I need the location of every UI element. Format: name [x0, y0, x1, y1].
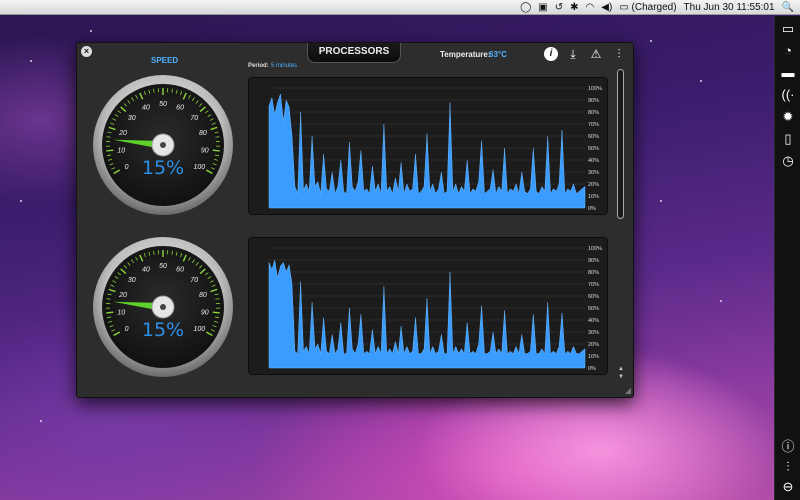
- processors-window: × PROCESSORS SPEED Period: 5 minutes Tem…: [76, 42, 634, 398]
- temperature-value: 63°C: [489, 50, 507, 59]
- y-tick-label: 20%: [588, 182, 599, 188]
- memory-icon[interactable]: ▬: [778, 64, 798, 82]
- spotlight-icon[interactable]: 🔍: [782, 0, 794, 15]
- scroll-up-icon[interactable]: ▲: [618, 366, 624, 372]
- gauge-tick-label: 30: [128, 115, 136, 122]
- warning-icon[interactable]: ⚠: [589, 47, 603, 61]
- gear-icon[interactable]: ✹: [778, 108, 798, 126]
- period-value[interactable]: 5 minutes: [271, 63, 297, 69]
- gauge-tick-label: 20: [118, 130, 127, 137]
- gauge-tick: [106, 311, 114, 314]
- gauge-tick: [212, 311, 220, 314]
- speedometer-icon[interactable]: ◔: [778, 42, 798, 60]
- chart-svg-1: 100% 90% 80% 70% 60% 50% 40% 30% 20% 10% 0%: [268, 86, 602, 212]
- gauge-tick-label: 90: [201, 147, 209, 154]
- sliders-icon[interactable]: ⫶: [612, 47, 626, 61]
- y-tick-label: 40%: [588, 318, 599, 324]
- speed-gauge-1: 0 10 20 30 40 50 60 70 80 90 100 15%: [91, 73, 235, 217]
- gauge-tick-label: 40: [142, 267, 150, 274]
- menu-bar: ◯ ▣ ↺ ✱ ◠ ◀) ▭ (Charged) Thu Jun 30 11:5…: [0, 0, 800, 15]
- battery-icon: ▭: [619, 1, 629, 13]
- y-tick-label: 30%: [588, 330, 599, 336]
- display-icon[interactable]: ▭: [778, 20, 798, 38]
- gauge-tick-label: 50: [159, 263, 167, 270]
- battery-status[interactable]: ▭ (Charged): [619, 0, 676, 15]
- y-tick-label: 0%: [588, 206, 596, 212]
- y-tick-label: 20%: [588, 342, 599, 348]
- y-tick-label: 100%: [588, 86, 602, 92]
- gauge-tick-label: 10: [117, 309, 125, 316]
- y-tick-label: 30%: [588, 170, 599, 176]
- gauge-tick: [212, 149, 220, 152]
- gauge-value-2: 15%: [141, 319, 185, 341]
- resize-handle-icon[interactable]: ◢: [625, 386, 631, 395]
- gauge-tick-label: 10: [117, 147, 125, 154]
- y-tick-label: 100%: [588, 246, 602, 252]
- bluetooth-icon[interactable]: ✱: [570, 0, 578, 15]
- clock[interactable]: Thu Jun 30 11:55:01: [684, 0, 775, 15]
- clock-icon[interactable]: ◷: [778, 152, 798, 170]
- gauge-tick-label: 20: [118, 292, 127, 299]
- gauge-tick-label: 90: [201, 309, 209, 316]
- gauge-hub-center: [160, 304, 166, 310]
- y-tick-label: 10%: [588, 354, 599, 360]
- document-icon[interactable]: ▯: [778, 130, 798, 148]
- sliders-icon[interactable]: ⫶: [778, 458, 798, 476]
- gauge-tick-label: 70: [190, 277, 198, 284]
- y-tick-label: 90%: [588, 258, 599, 264]
- y-tick-label: 50%: [588, 146, 599, 152]
- speed-gauge-2: 0 10 20 30 40 50 60 70 80 90 100 15%: [91, 235, 235, 379]
- y-tick-label: 70%: [588, 122, 599, 128]
- display-icon[interactable]: ▣: [538, 0, 547, 15]
- y-tick-label: 40%: [588, 158, 599, 164]
- speed-label: SPEED: [151, 56, 179, 65]
- gauge-tick-label: 40: [142, 105, 150, 112]
- gauge-tick: [106, 149, 114, 152]
- y-tick-label: 60%: [588, 294, 599, 300]
- cpu-chart-1: 100% 90% 80% 70% 60% 50% 40% 30% 20% 10% 0%: [248, 77, 608, 215]
- close-button[interactable]: ×: [81, 46, 92, 57]
- gauge-tick-label: 50: [159, 101, 167, 108]
- info-icon[interactable]: i: [544, 47, 558, 61]
- info-icon[interactable]: ⓘ: [778, 438, 798, 456]
- gauge-svg-2: 0102030405060708090100: [93, 237, 233, 377]
- close-icon: ×: [83, 46, 90, 56]
- scroll-down-icon[interactable]: ▼: [618, 374, 624, 380]
- right-sidebar: ▭ ◔ ▬ ((· ✹ ▯ ◷ ⓘ ⫶ ⊖: [774, 16, 800, 500]
- gauge-value-1: 15%: [141, 157, 185, 179]
- cpu-chart-2: 100% 90% 80% 70% 60% 50% 40% 30% 20% 10% 0%: [248, 237, 608, 375]
- gauge-tick-label: 60: [176, 105, 184, 112]
- gauge-tick-label: 80: [199, 292, 207, 299]
- temperature-label: Temperature:: [440, 50, 491, 59]
- gauge-tick-label: 80: [199, 130, 207, 137]
- y-tick-label: 80%: [588, 110, 599, 116]
- gauge-tick-label: 30: [128, 277, 136, 284]
- y-tick-label: 90%: [588, 98, 599, 104]
- y-tick-label: 50%: [588, 306, 599, 312]
- time-machine-icon[interactable]: ↺: [555, 0, 563, 15]
- volume-icon[interactable]: ◀): [601, 0, 612, 15]
- network-icon[interactable]: ((·: [778, 86, 798, 104]
- y-tick-label: 10%: [588, 194, 599, 200]
- y-tick-label: 60%: [588, 134, 599, 140]
- minus-icon[interactable]: ⊖: [778, 478, 798, 496]
- gauge-tick-label: 70: [190, 115, 198, 122]
- gauge-tick-label: 60: [176, 267, 184, 274]
- y-tick-label: 0%: [588, 366, 596, 372]
- y-tick-label: 80%: [588, 270, 599, 276]
- y-tick-label: 70%: [588, 282, 599, 288]
- cpu-area-series: [268, 259, 586, 369]
- chart-svg-2: 100% 90% 80% 70% 60% 50% 40% 30% 20% 10% 0%: [268, 246, 602, 372]
- scroll-arrows[interactable]: ▲ ▼: [617, 365, 625, 381]
- scrollbar[interactable]: [617, 69, 624, 219]
- gauge-svg-1: 0102030405060708090100: [93, 75, 233, 215]
- window-title: PROCESSORS: [307, 43, 401, 63]
- chat-bubble-icon[interactable]: ◯: [520, 0, 531, 15]
- cpu-area-series: [268, 93, 586, 209]
- wifi-icon[interactable]: ◠: [586, 0, 595, 15]
- gauge-hub-center: [160, 142, 166, 148]
- download-icon[interactable]: ⤓: [566, 47, 580, 61]
- period-label: Period:: [248, 63, 269, 69]
